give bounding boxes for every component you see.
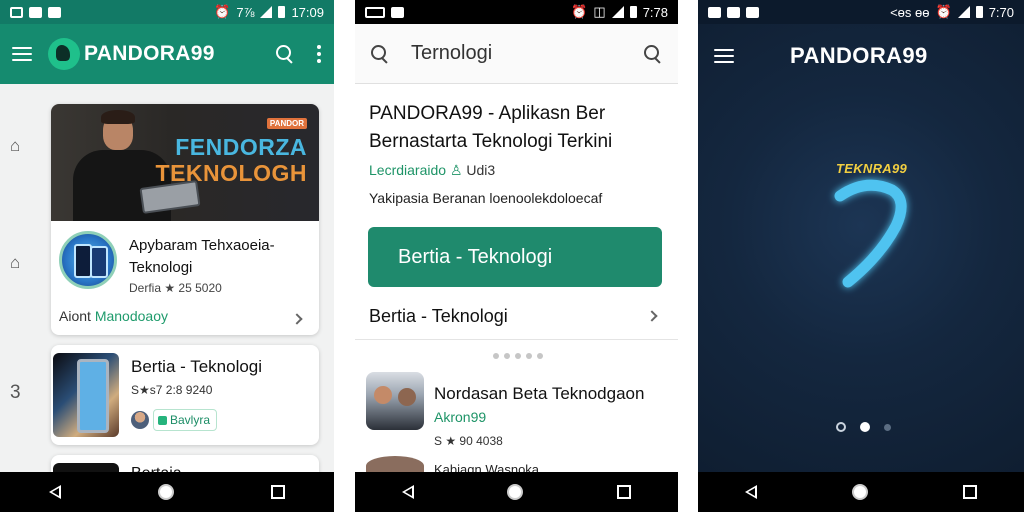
- alarm-icon: ⏰: [214, 4, 231, 19]
- search-icon[interactable]: [276, 45, 294, 63]
- image-icon: [29, 6, 42, 18]
- category-chip[interactable]: Bavlyra: [153, 409, 218, 431]
- app-description: Yakipasia Beranan loenoolekdoloecaf: [369, 190, 603, 206]
- primary-action-button[interactable]: Bertia - Teknologi: [368, 227, 662, 287]
- image-icon: [727, 6, 740, 18]
- section-label: Bertia - Teknologi: [369, 306, 508, 326]
- camera-icon: [746, 6, 759, 18]
- home-icon[interactable]: [157, 484, 174, 500]
- recent-apps-icon[interactable]: [617, 485, 632, 499]
- menu-icon[interactable]: [714, 49, 734, 63]
- app-thumbnail: [366, 372, 424, 430]
- network-label: 7⅞: [236, 4, 255, 20]
- app-meta: Derfia ★ 25 5020: [129, 281, 222, 295]
- status-time: 7:78: [642, 4, 668, 20]
- app-name: Apybaram Tehxaoeia-Teknologi: [129, 237, 275, 276]
- hero-person-image: [61, 110, 201, 221]
- more-options-icon[interactable]: [316, 45, 322, 63]
- footer-prefix: Aiont: [59, 308, 91, 324]
- system-nav-bar: [698, 472, 1024, 512]
- signal-icon: [611, 6, 624, 18]
- status-extra: <ɵs ɵɵ: [890, 4, 930, 20]
- developer-name[interactable]: Lecrdiaraido: [369, 162, 446, 178]
- status-time: 7:70: [988, 4, 1014, 20]
- hero-title-line2: TEKNOLOGH: [155, 160, 307, 186]
- battery-icon: [278, 6, 286, 18]
- list-item[interactable]: Bertia - Teknologi S★s7 2:8 9240 Bavlyra: [51, 345, 319, 445]
- back-icon[interactable]: [401, 485, 414, 499]
- app-meta: S ★ 90 4038: [434, 434, 503, 448]
- phone-screen-app-list: ⏰ 7⅞ 17:09 PANDORA99 ⌂ ⌂ 3 PANDOR FENDOR…: [0, 0, 334, 512]
- page-indicator[interactable]: [836, 422, 891, 432]
- section-row[interactable]: Bertia - Teknologi: [355, 296, 678, 340]
- loading-dots: [493, 353, 543, 359]
- system-nav-bar: [355, 472, 678, 512]
- developer-suffix: Udi3: [466, 162, 496, 178]
- recent-apps-icon[interactable]: [962, 485, 977, 499]
- menu-icon[interactable]: [12, 47, 32, 61]
- home-icon[interactable]: [507, 484, 524, 500]
- app-title: PANDORA99: [790, 43, 928, 68]
- developer-row: Lecrdiaraido ♙ Udi3: [369, 162, 495, 179]
- app-icon: [53, 353, 119, 437]
- app-name: Bertia - Teknologi: [131, 357, 263, 376]
- avatar: [131, 411, 149, 429]
- rail-home-icon[interactable]: ⌂: [10, 253, 20, 273]
- footer-link[interactable]: Manodoaoy: [95, 308, 168, 324]
- home-icon[interactable]: [851, 484, 868, 500]
- recent-apps-icon[interactable]: [271, 485, 286, 499]
- video-icon: [48, 6, 61, 18]
- rail-home-icon[interactable]: ⌂: [10, 136, 20, 156]
- hero-title-line1: FENDORZA: [175, 134, 307, 160]
- signal-icon: [957, 6, 970, 18]
- verified-icon: ♙: [449, 162, 463, 178]
- battery-icon: [975, 6, 983, 18]
- notification-icon: [10, 6, 23, 18]
- card-footer: Aiont Manodoaoy: [59, 308, 168, 324]
- hero-badge: PANDOR: [266, 118, 307, 129]
- rail-item-3[interactable]: 3: [10, 382, 21, 404]
- phone-screen-search-detail: ⏰ ◫ 7:78 Ternologi PANDORA99 - Aplikasn …: [355, 0, 678, 512]
- brand-logo-icon: [48, 38, 80, 70]
- status-bar: ⏰ ◫ 7:78: [355, 0, 678, 24]
- back-icon[interactable]: [48, 485, 61, 499]
- app-title: PANDORA99: [84, 42, 215, 65]
- cast-icon: [365, 6, 385, 18]
- signal-icon: [260, 6, 273, 18]
- developer-name: Akron99: [434, 409, 487, 425]
- app-bar: PANDORA99: [698, 24, 1024, 88]
- page-dot-active[interactable]: [860, 422, 870, 432]
- chip-label: Bavlyra: [170, 413, 211, 427]
- back-icon[interactable]: [745, 485, 758, 499]
- app-title: PANDORA99 - Aplikasn Ber Bernastarta Tek…: [369, 103, 613, 152]
- status-time: 17:09: [291, 4, 324, 20]
- app-name: Nordasan Beta Teknodgaon: [434, 384, 645, 403]
- list-item[interactable]: Apybaram Tehxaoeia-Teknologi Derfia ★ 25…: [51, 221, 319, 335]
- chevron-right-icon[interactable]: [646, 310, 658, 322]
- search-bar[interactable]: Ternologi: [355, 24, 678, 84]
- alarm-icon: ⏰: [571, 4, 588, 19]
- app-meta: S★s7 2:8 9240: [131, 383, 213, 397]
- search-submit-icon[interactable]: [644, 44, 662, 63]
- battery-icon: [629, 6, 637, 18]
- page-dot[interactable]: [884, 423, 891, 431]
- app-icon: [59, 231, 117, 289]
- tag-icon: [158, 415, 167, 425]
- logo-tagline: TEKNRA99: [836, 161, 908, 176]
- search-input[interactable]: Ternologi: [411, 42, 492, 65]
- notification-icon: [708, 6, 721, 18]
- app-bar: PANDORA99: [0, 24, 334, 84]
- search-icon[interactable]: [371, 44, 389, 63]
- hero-banner: PANDOR FENDORZA TEKNOLOGH: [51, 104, 319, 221]
- notification-icon: [391, 6, 404, 18]
- phone-screen-splash: <ɵs ɵɵ ⏰ 7:70 PANDORA99 TEKNRA99: [698, 0, 1024, 512]
- system-nav-bar: [0, 472, 334, 512]
- status-bar: <ɵs ɵɵ ⏰ 7:70: [698, 0, 1024, 24]
- featured-card[interactable]: PANDOR FENDORZA TEKNOLOGH Apybaram Tehxa…: [51, 104, 319, 335]
- status-bar: ⏰ 7⅞ 17:09: [0, 0, 334, 24]
- alarm-icon: ⏰: [935, 4, 952, 19]
- vibrate-icon: ◫: [593, 4, 606, 19]
- page-dot[interactable]: [836, 422, 846, 432]
- chevron-right-icon[interactable]: [291, 313, 303, 325]
